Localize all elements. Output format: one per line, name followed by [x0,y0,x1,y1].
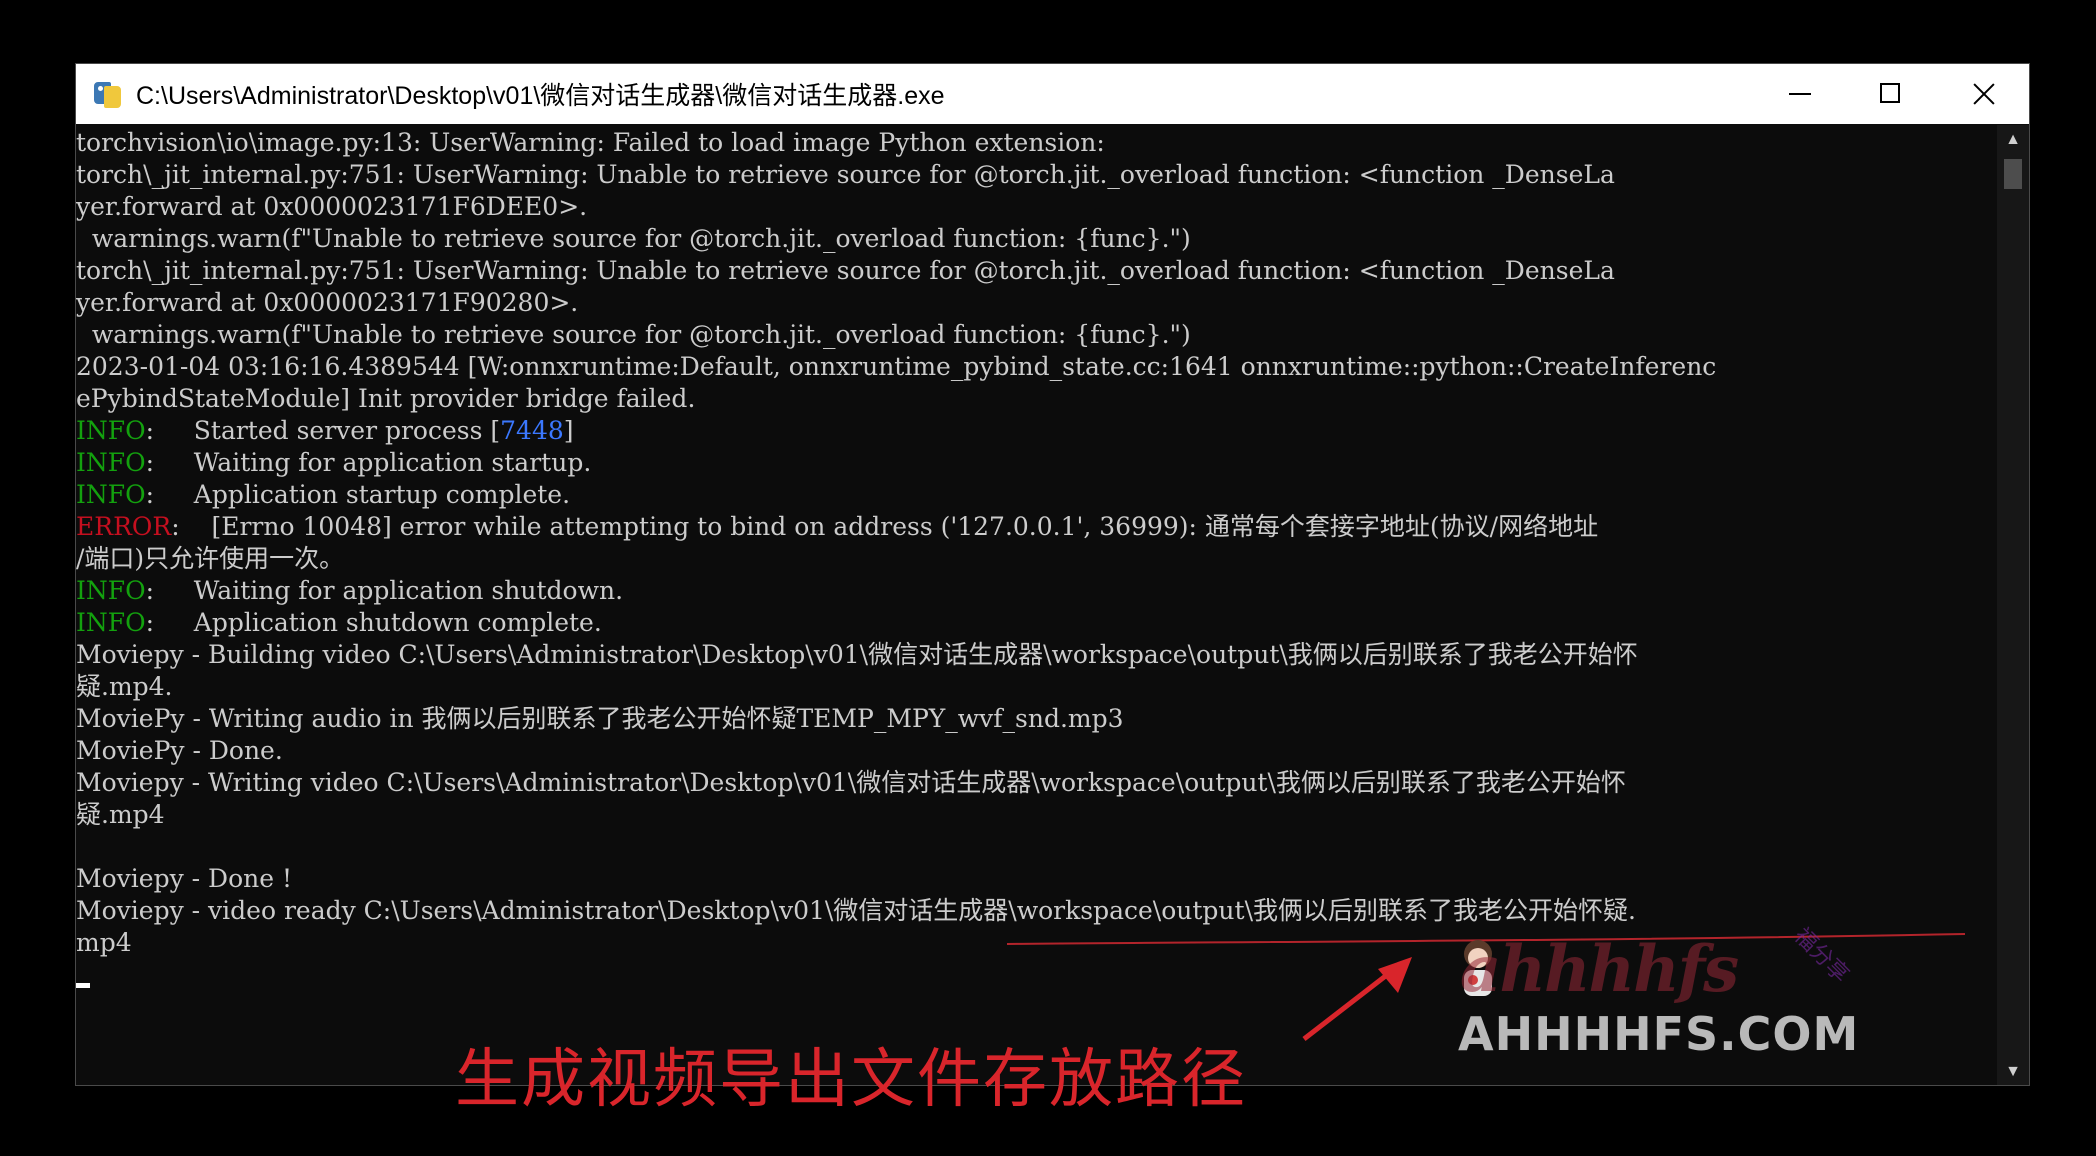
window-title: C:\Users\Administrator\Desktop\v01\微信对话生… [136,82,945,110]
log-level-error: ERROR [76,512,172,541]
console-line: warnings.warn(f"Unable to retrieve sourc… [76,224,1191,253]
minimize-icon [1789,93,1811,95]
log-level-info: INFO [76,576,146,605]
console-line: yer.forward at 0x0000023171F6DEE0>. [76,192,588,221]
log-line-info: INFO: Application shutdown complete. [76,608,602,637]
annotation-caption: 生成视频导出文件存放路径 [455,1043,1247,1117]
console-line: MoviePy - Writing audio in 我俩以后别联系了我老公开始… [76,704,1124,733]
console-line: Moviepy - video ready C:\Users\Administr… [76,896,1636,925]
console-line: 2023-01-04 03:16:16.4389544 [W:onnxrunti… [76,352,1717,381]
console-line: 疑.mp4. [76,672,173,701]
console-line: torch\_jit_internal.py:751: UserWarning:… [76,256,1615,285]
console-line: MoviePy - Done. [76,736,283,765]
scrollbar-thumb[interactable] [2004,159,2022,189]
red-arrow-icon [1302,957,1412,1041]
console-line: ePybindStateModule] Init provider bridge… [76,384,696,413]
log-level-info: INFO [76,416,146,445]
log-line-info: INFO: Waiting for application shutdown. [76,576,624,605]
watermark-site: AHHHHFS.COM [1458,1007,1860,1061]
log-line-continuation: /端口)只允许使用一次。 [76,544,345,573]
console-line: torchvision\io\image.py:13: UserWarning:… [76,128,1105,157]
title-bar[interactable]: C:\Users\Administrator\Desktop\v01\微信对话生… [76,64,2029,124]
console-line: Moviepy - Done ! [76,864,293,893]
log-level-info: INFO [76,608,146,637]
process-id: 7448 [500,416,564,445]
python-app-icon [94,80,122,108]
log-line-error: ERROR: [Errno 10048] error while attempt… [76,512,1599,541]
console-line: Moviepy - Building video C:\Users\Admini… [76,640,1638,669]
minimize-button[interactable] [1753,64,1845,124]
console-line: Moviepy - Writing video C:\Users\Adminis… [76,768,1626,797]
console-line: yer.forward at 0x0000023171F90280>. [76,288,579,317]
text-cursor [76,983,90,988]
close-icon [1937,64,2029,124]
console-line: 疑.mp4 [76,800,165,829]
log-line-info: INFO: Started server process [7448] [76,416,574,445]
maximize-icon [1880,83,1900,103]
log-line-info: INFO: Application startup complete. [76,480,571,509]
maximize-button[interactable] [1845,64,1937,124]
log-level-info: INFO [76,448,146,477]
vertical-scrollbar[interactable]: ▲ ▼ [1997,125,2029,1085]
scroll-up-icon[interactable]: ▲ [1997,125,2029,155]
log-level-info: INFO [76,480,146,509]
window-controls [1753,64,2029,124]
scroll-down-icon[interactable]: ▼ [1997,1057,2029,1085]
console-line: warnings.warn(f"Unable to retrieve sourc… [76,320,1191,349]
log-line-info: INFO: Waiting for application startup. [76,448,592,477]
console-line: torch\_jit_internal.py:751: UserWarning:… [76,160,1615,189]
close-button[interactable] [1937,64,2029,124]
watermark-logo: ahhhhfs [1460,932,1739,1007]
